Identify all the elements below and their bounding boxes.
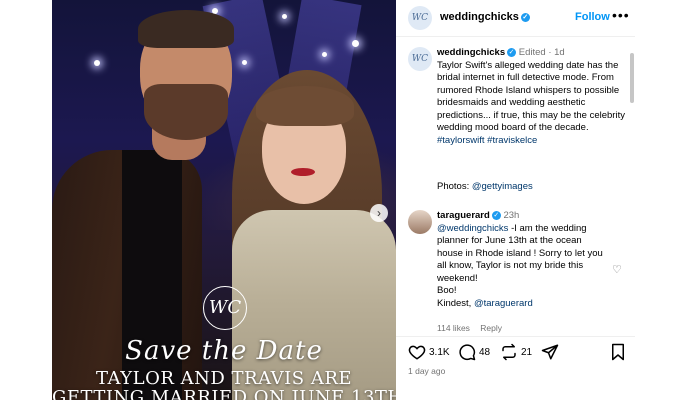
comment-meta: 114 likes Reply	[437, 323, 510, 333]
bookmark-icon[interactable]	[610, 343, 626, 361]
post-date[interactable]: 1 day ago	[408, 366, 445, 376]
stage-light	[242, 60, 247, 65]
post-side-panel: WC weddingchicks ✓ Follow ••• WC weddingc…	[396, 0, 635, 400]
headline-line-1: TAYLOR AND TRAVIS ARE	[95, 368, 353, 389]
instagram-post-modal: › WC Save the Date TAYLOR AND TRAVIS ARE…	[52, 0, 635, 400]
caption-username[interactable]: weddingchicks	[437, 47, 505, 58]
photo-credit-label: Photos:	[437, 181, 470, 192]
share-icon[interactable]	[541, 343, 559, 361]
verified-icon: ✓	[507, 47, 517, 57]
caption-text: Taylor Swift's alleged wedding date has …	[437, 59, 625, 134]
avatar[interactable]	[408, 210, 432, 234]
header-username[interactable]: weddingchicks ✓	[440, 11, 530, 23]
comments-count[interactable]: 48	[479, 347, 490, 358]
stage-light	[282, 14, 287, 19]
edited-label: Edited	[518, 47, 546, 58]
likes-count[interactable]: 3.1K	[429, 347, 450, 358]
verified-icon: ✓	[520, 12, 530, 22]
action-bar: 3.1K 48 21	[396, 336, 635, 369]
follow-button[interactable]: Follow	[575, 11, 610, 23]
wedding-chicks-logo: WC	[203, 286, 247, 330]
mention-link[interactable]: @taraguerard	[474, 298, 533, 309]
username-text[interactable]: weddingchicks	[440, 11, 519, 23]
caption-age[interactable]: 1d	[554, 47, 565, 58]
heart-icon[interactable]	[408, 343, 426, 361]
woman-bangs	[256, 86, 354, 126]
comment: taraguerard ✓ 23h @weddingchicks -I am th…	[437, 210, 605, 310]
comments-scroll-area[interactable]: WC weddingchicks ✓ Edited · 1d Taylor Swi…	[396, 37, 635, 335]
photo-credit: Photos: @gettyimages	[437, 181, 533, 192]
chevron-right-icon[interactable]: ›	[370, 204, 388, 222]
hashtag-link[interactable]: #taylorswift	[437, 135, 485, 146]
avatar[interactable]: WC	[408, 47, 432, 71]
save-the-date-text: Save the Date	[125, 336, 323, 366]
comment-likes[interactable]: 114 likes	[437, 323, 470, 333]
mention-link[interactable]: @weddingchicks	[437, 223, 508, 234]
woman-lips	[291, 168, 315, 176]
reply-button[interactable]: Reply	[480, 323, 502, 333]
reposts-count[interactable]: 21	[521, 347, 532, 358]
comment-text-boo: Boo!	[437, 285, 457, 296]
man-hair	[138, 10, 234, 48]
post-photo: › WC Save the Date TAYLOR AND TRAVIS ARE…	[52, 0, 396, 400]
comment-username[interactable]: taraguerard	[437, 210, 490, 221]
hashtag-link[interactable]: #traviskelce	[487, 135, 537, 146]
comment-signoff: Kindest,	[437, 297, 472, 309]
comment-age[interactable]: 23h	[503, 210, 519, 221]
photo-credit-link[interactable]: @gettyimages	[472, 181, 533, 192]
stage-light	[94, 60, 100, 66]
verified-icon: ✓	[491, 210, 501, 220]
post-header: WC weddingchicks ✓ Follow •••	[396, 0, 635, 37]
stage-light	[352, 40, 359, 47]
stage-light	[322, 52, 327, 57]
comment-like-heart-icon[interactable]: ♡	[612, 263, 622, 276]
headline-line-2: GETTING MARRIED ON JUNE 13TH	[52, 387, 396, 400]
more-options-icon[interactable]: •••	[612, 7, 630, 23]
repost-icon[interactable]	[500, 343, 518, 361]
comment-icon[interactable]	[458, 343, 476, 361]
avatar[interactable]: WC	[408, 6, 432, 30]
man-beard	[144, 84, 228, 140]
caption: weddingchicks ✓ Edited · 1d Taylor Swift'…	[437, 47, 625, 146]
scrollbar[interactable]	[630, 53, 634, 103]
